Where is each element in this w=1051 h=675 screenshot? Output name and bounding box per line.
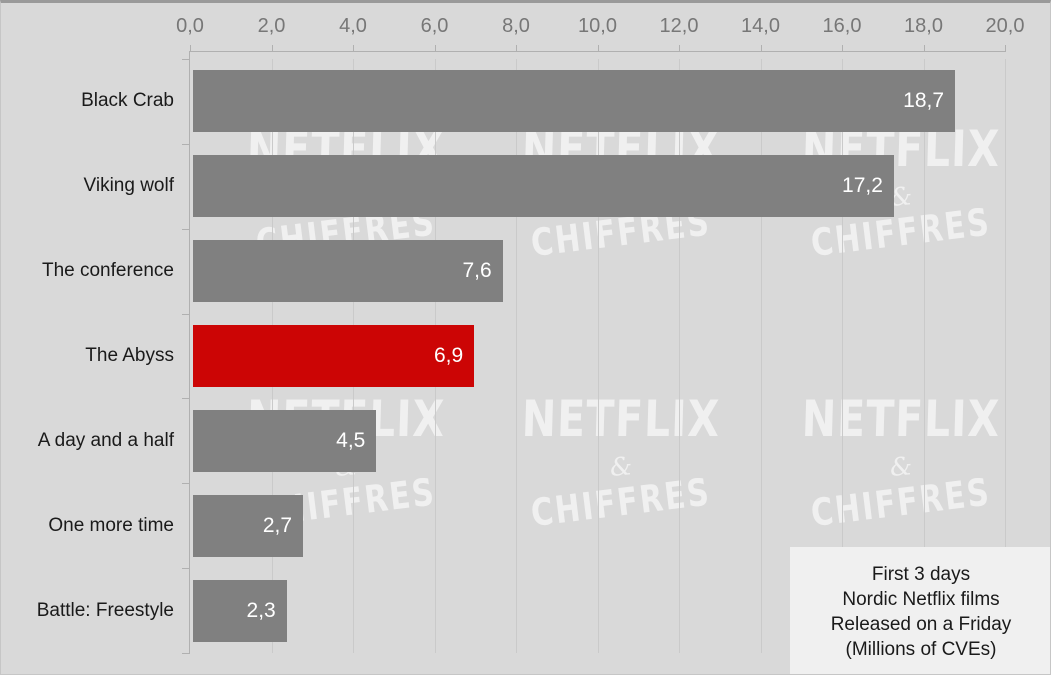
gridline <box>597 59 599 653</box>
x-axis-tick-label: 16,0 <box>822 15 862 37</box>
x-axis-tick-label: 6,0 <box>420 15 449 37</box>
x-axis-tick-label: 0,0 <box>176 15 204 37</box>
category-label: One more time <box>48 514 174 536</box>
x-axis-tick-label: 14,0 <box>741 15 780 37</box>
bar: 17,2 <box>193 155 894 218</box>
category-axis-labels: Black Crab Viking wolf The conference The A… <box>1 59 190 653</box>
x-axis-tick <box>516 45 517 52</box>
bar: 2,7 <box>193 494 304 557</box>
bar-value-label: 4,5 <box>336 428 366 452</box>
category-label: Black Crab <box>81 90 174 112</box>
y-axis-line <box>189 51 190 653</box>
y-axis-tick <box>182 568 190 570</box>
legend-line: (Millions of CVEs) <box>845 638 997 660</box>
x-axis-tick-label: 8,0 <box>502 15 530 37</box>
x-axis-tick-label: 20,0 <box>985 15 1025 37</box>
x-axis-tick <box>597 45 599 52</box>
bar: 4,5 <box>193 409 377 472</box>
x-axis-tick-label: 18,0 <box>904 15 943 37</box>
x-axis-tick <box>760 45 762 52</box>
x-axis-tick <box>1005 45 1006 52</box>
gridline <box>516 59 517 653</box>
legend-box: First 3 days Nordic Netflix films Released… <box>790 547 1050 674</box>
x-axis-tick <box>271 45 273 52</box>
y-axis-tick <box>182 398 190 400</box>
category-label: The Abyss <box>85 345 174 366</box>
x-axis-tick-label: 2,0 <box>257 15 286 37</box>
category-label: The conference <box>41 260 174 282</box>
bar-value-label: 2,3 <box>246 598 276 622</box>
x-axis-tick <box>190 45 191 52</box>
category-label: Battle: Freestyle <box>36 599 174 621</box>
x-axis-tick-label: 10,0 <box>578 15 617 37</box>
bar-value-label: 6,9 <box>433 344 464 367</box>
y-axis-tick <box>182 59 190 60</box>
bar: 6,9 <box>193 325 475 387</box>
bar-chart: NETFLIX&CHIFFRESNETFLIX&CHIFFRESNETFLIX&… <box>0 0 1051 675</box>
bar: 18,7 <box>193 70 956 133</box>
x-axis-tick <box>434 45 436 52</box>
y-axis-tick <box>182 653 190 654</box>
y-axis-tick <box>182 483 190 485</box>
y-axis-tick <box>182 143 190 145</box>
category-label: Viking wolf <box>83 175 174 197</box>
legend-line: Released on a Friday <box>830 613 1012 635</box>
y-axis-tick <box>182 313 190 315</box>
y-axis-tick <box>182 228 190 230</box>
x-axis-tick-label: 4,0 <box>339 15 367 37</box>
bar: 2,3 <box>193 579 287 642</box>
bar-value-label: 2,7 <box>262 513 293 537</box>
x-axis-tick-label: 12,0 <box>659 15 699 37</box>
x-axis-tick <box>679 45 680 52</box>
legend-line: First 3 days <box>871 563 971 585</box>
bar-value-label: 17,2 <box>842 174 883 198</box>
bar-value-label: 18,7 <box>903 89 945 113</box>
bar: 7,6 <box>193 240 503 303</box>
x-axis-tick <box>842 45 843 52</box>
category-label: A day and a half <box>37 429 174 451</box>
gridline <box>760 59 762 653</box>
gridline <box>679 59 680 653</box>
x-axis-tick <box>923 45 925 52</box>
x-axis-tick <box>353 45 354 52</box>
bar-value-label: 7,6 <box>462 259 492 283</box>
legend-line: Nordic Netflix films <box>842 588 1000 610</box>
